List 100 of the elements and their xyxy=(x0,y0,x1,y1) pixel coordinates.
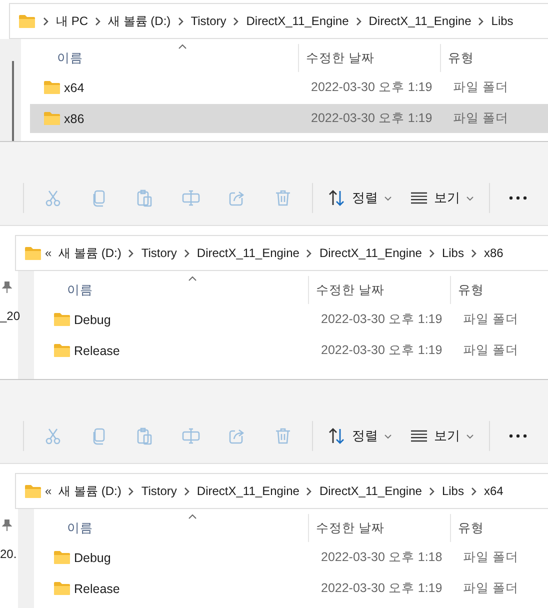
file-name: Debug xyxy=(74,550,111,564)
breadcrumb[interactable]: x86 xyxy=(484,246,504,260)
sort-button[interactable]: 정렬 xyxy=(319,183,401,213)
type-cell-text: 파일 폴더 xyxy=(462,311,520,328)
folder-icon xyxy=(43,80,61,95)
breadcrumb[interactable]: 새 볼륨 (D:) xyxy=(58,244,122,262)
sort-icon xyxy=(328,427,346,445)
file-name: Release xyxy=(74,582,120,596)
file-row[interactable]: Debug 2022-03-30 오후 1:19 파일 폴더 xyxy=(40,305,548,334)
sort-caret-icon xyxy=(178,44,187,49)
breadcrumb[interactable]: 새 볼륨 (D:) xyxy=(58,482,122,500)
sidebar-item[interactable]: _20 xyxy=(0,309,20,323)
breadcrumb[interactable]: 내 PC xyxy=(56,12,88,30)
sort-caret-icon xyxy=(188,276,197,281)
breadcrumb[interactable]: Libs xyxy=(442,484,464,498)
breadcrumb[interactable]: x64 xyxy=(484,484,504,498)
breadcrumb[interactable]: DirectX_11_Engine xyxy=(246,14,349,28)
file-name: x86 xyxy=(64,112,84,126)
type-cell-text: 파일 폴더 xyxy=(452,110,510,127)
folder-icon xyxy=(24,484,42,498)
file-row[interactable]: Release 2022-03-30 오후 1:19 파일 폴더 xyxy=(40,574,548,603)
date-cell-text: 2022-03-30 오후 1:19 xyxy=(310,110,434,127)
file-row[interactable]: Release 2022-03-30 오후 1:19 파일 폴더 xyxy=(40,336,548,365)
column-header[interactable]: 유형 xyxy=(450,514,548,542)
type-cell-text: 파일 폴더 xyxy=(452,79,510,96)
column-header[interactable]: 유형 xyxy=(440,44,548,72)
date-cell-text: 2022-03-30 오후 1:19 xyxy=(320,580,444,597)
column-header[interactable]: 유형 xyxy=(450,276,548,304)
breadcrumb[interactable]: Libs xyxy=(442,246,464,260)
breadcrumb[interactable]: DirectX_11_Engine xyxy=(196,246,300,260)
column-header[interactable]: 수정한 날짜 xyxy=(308,276,450,304)
chevron-icon xyxy=(184,486,190,496)
trash-icon xyxy=(274,189,292,207)
list-view-icon xyxy=(410,429,428,443)
chevron-icon xyxy=(128,486,134,496)
clipboard-icon xyxy=(136,427,154,445)
breadcrumb[interactable]: DirectX_11_Engine xyxy=(196,484,300,498)
folder-icon xyxy=(53,550,71,565)
address-bar[interactable]: « 새 볼륨 (D:) Tistory DirectX_11_Engine DirectX_11_Engine Libs x86 xyxy=(15,235,548,271)
breadcrumb[interactable]: Tistory xyxy=(141,484,177,498)
chevron-icon xyxy=(428,248,435,258)
trash-icon xyxy=(274,427,292,445)
view-button[interactable]: 보기 xyxy=(401,421,483,451)
sort-icon xyxy=(328,189,346,207)
breadcrumb[interactable]: DirectX_11_Engine xyxy=(368,14,472,28)
type-cell-text: 파일 폴더 xyxy=(462,549,520,566)
list-view-icon xyxy=(410,191,428,205)
column-header[interactable]: 수정한 날짜 xyxy=(308,514,450,542)
rename-icon xyxy=(182,189,200,207)
view-button[interactable]: 보기 xyxy=(401,183,483,213)
file-row[interactable]: x64 2022-03-30 오후 1:19 파일 폴더 xyxy=(30,73,548,102)
file-name: Debug xyxy=(74,312,111,326)
overflow-chevron[interactable]: « xyxy=(45,246,52,260)
folder-icon xyxy=(53,581,71,596)
folder-icon xyxy=(53,312,71,327)
chevron-icon xyxy=(306,486,312,496)
more-icon xyxy=(509,434,527,438)
dropdown-icon xyxy=(466,196,474,200)
breadcrumb[interactable]: DirectX_11_Engine xyxy=(319,484,422,498)
folder-icon xyxy=(43,111,61,126)
more-icon xyxy=(509,196,527,200)
file-name: x64 xyxy=(64,80,84,94)
share-icon xyxy=(228,427,246,445)
chevron-icon xyxy=(233,16,240,26)
cut-icon xyxy=(44,427,62,445)
chevron-icon xyxy=(43,16,49,26)
cut-icon xyxy=(44,189,62,207)
sort-caret-icon xyxy=(188,514,197,519)
sidebar-item[interactable]: 20. xyxy=(0,547,17,561)
chevron-icon xyxy=(95,16,102,26)
breadcrumb[interactable]: Libs xyxy=(491,14,514,28)
chevron-icon xyxy=(470,248,477,258)
address-bar[interactable]: 내 PC 새 볼륨 (D:) Tistory DirectX_11_Engine DirectX_11_Engine Libs xyxy=(9,3,548,39)
chevron-icon xyxy=(478,16,484,26)
rename-icon xyxy=(182,427,200,445)
scrollbar-thumb[interactable] xyxy=(12,61,14,141)
breadcrumb[interactable]: 새 볼륨 (D:) xyxy=(108,12,171,30)
type-cell-text: 파일 폴더 xyxy=(462,580,520,597)
column-header[interactable]: 이름 xyxy=(34,276,308,304)
date-cell-text: 2022-03-30 오후 1:19 xyxy=(320,342,444,359)
breadcrumb[interactable]: DirectX_11_Engine xyxy=(319,246,422,260)
date-cell-text: 2022-03-30 오후 1:19 xyxy=(310,79,434,96)
column-header[interactable]: 이름 xyxy=(34,514,308,542)
chevron-icon xyxy=(178,16,184,26)
chevron-icon xyxy=(428,486,435,496)
file-row[interactable]: x86 2022-03-30 오후 1:19 파일 폴더 xyxy=(30,104,548,133)
breadcrumb[interactable]: Tistory xyxy=(190,14,226,28)
chevron-icon xyxy=(128,248,134,258)
folder-icon xyxy=(53,343,71,358)
date-cell-text: 2022-03-30 오후 1:19 xyxy=(320,311,444,328)
dropdown-icon xyxy=(384,196,392,200)
file-row[interactable]: Debug 2022-03-30 오후 1:18 파일 폴더 xyxy=(40,543,548,572)
column-header[interactable]: 수정한 날짜 xyxy=(298,44,440,72)
sort-button[interactable]: 정렬 xyxy=(319,421,401,451)
folder-icon xyxy=(18,14,36,28)
address-bar[interactable]: « 새 볼륨 (D:) Tistory DirectX_11_Engine DirectX_11_Engine Libs x64 xyxy=(15,473,548,509)
overflow-chevron[interactable]: « xyxy=(45,484,52,498)
breadcrumb[interactable]: Tistory xyxy=(141,246,177,260)
column-header[interactable]: 이름 xyxy=(24,44,298,72)
date-cell-text: 2022-03-30 오후 1:18 xyxy=(320,549,444,566)
